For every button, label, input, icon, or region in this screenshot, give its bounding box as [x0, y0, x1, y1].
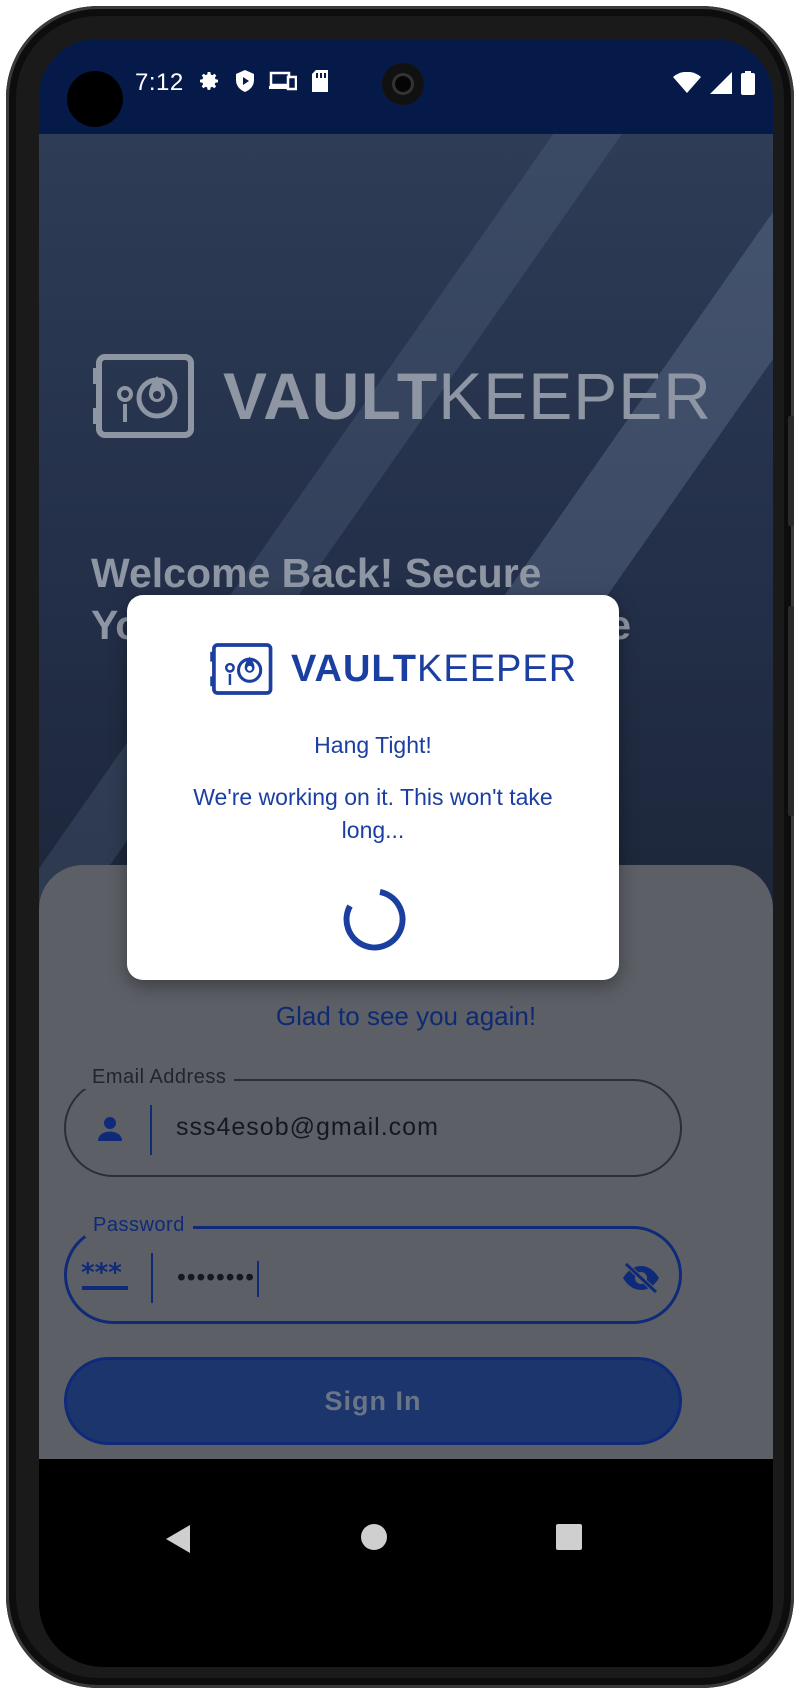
svg-text:***: ***: [81, 1259, 122, 1288]
password-label: Password: [85, 1214, 193, 1237]
eye-off-icon[interactable]: [621, 1261, 661, 1295]
person-icon: [98, 1117, 122, 1141]
status-right-icons: [673, 71, 755, 95]
dialog-title: Hang Tight!: [314, 732, 432, 758]
camera-cutout: [67, 71, 123, 127]
front-camera: [382, 63, 424, 105]
password-field[interactable]: Password *** ••••••••: [64, 1214, 682, 1324]
vaultkeeper-logo: VAULTKEEPER: [209, 642, 577, 696]
status-bar: 7:12: [39, 39, 773, 134]
password-input[interactable]: ••••••••: [177, 1261, 260, 1297]
email-field[interactable]: Email Address sss4esob@gmail.com: [64, 1066, 682, 1177]
power-button: [788, 416, 794, 526]
safe-icon: [93, 354, 194, 438]
field-divider: [151, 1253, 153, 1303]
volume-button: [788, 606, 794, 816]
vaultkeeper-logo-large: VAULTKEEPER: [91, 354, 712, 438]
devices-icon: [269, 71, 297, 91]
password-icon: ***: [81, 1259, 128, 1290]
email-input[interactable]: sss4esob@gmail.com: [176, 1113, 439, 1142]
loading-dialog: VAULTKEEPER Hang Tight! We're working on…: [127, 595, 619, 980]
back-icon[interactable]: [164, 1523, 192, 1555]
screen: 7:12 VAULTKEEPER Welcome Back! Secure Yo…: [39, 39, 773, 1667]
dialog-message: We're working on it. This won't take lon…: [193, 784, 553, 843]
sign-in-button[interactable]: Sign In: [64, 1357, 682, 1445]
home-icon[interactable]: [360, 1523, 388, 1551]
brand-wordmark: VAULTKEEPER: [291, 647, 578, 690]
recents-icon[interactable]: [555, 1523, 583, 1551]
wifi-icon: [673, 72, 701, 93]
sd-card-icon: [312, 70, 328, 92]
status-time: 7:12: [135, 69, 184, 96]
phone-frame: 7:12 VAULTKEEPER Welcome Back! Secure Yo…: [6, 6, 794, 1688]
status-icons: [197, 69, 330, 93]
shield-icon: [236, 70, 254, 92]
safe-icon: [210, 643, 273, 695]
navigation-bar: [39, 1459, 773, 1667]
brand-wordmark: VAULTKEEPER: [223, 359, 712, 433]
gear-icon: [200, 72, 218, 90]
battery-icon: [741, 71, 755, 95]
loading-spinner-icon: [343, 889, 406, 951]
field-divider: [150, 1105, 152, 1155]
greeting-text: Glad to see you again!: [275, 1001, 537, 1031]
signal-icon: [710, 72, 732, 94]
email-label: Email Address: [84, 1066, 235, 1089]
